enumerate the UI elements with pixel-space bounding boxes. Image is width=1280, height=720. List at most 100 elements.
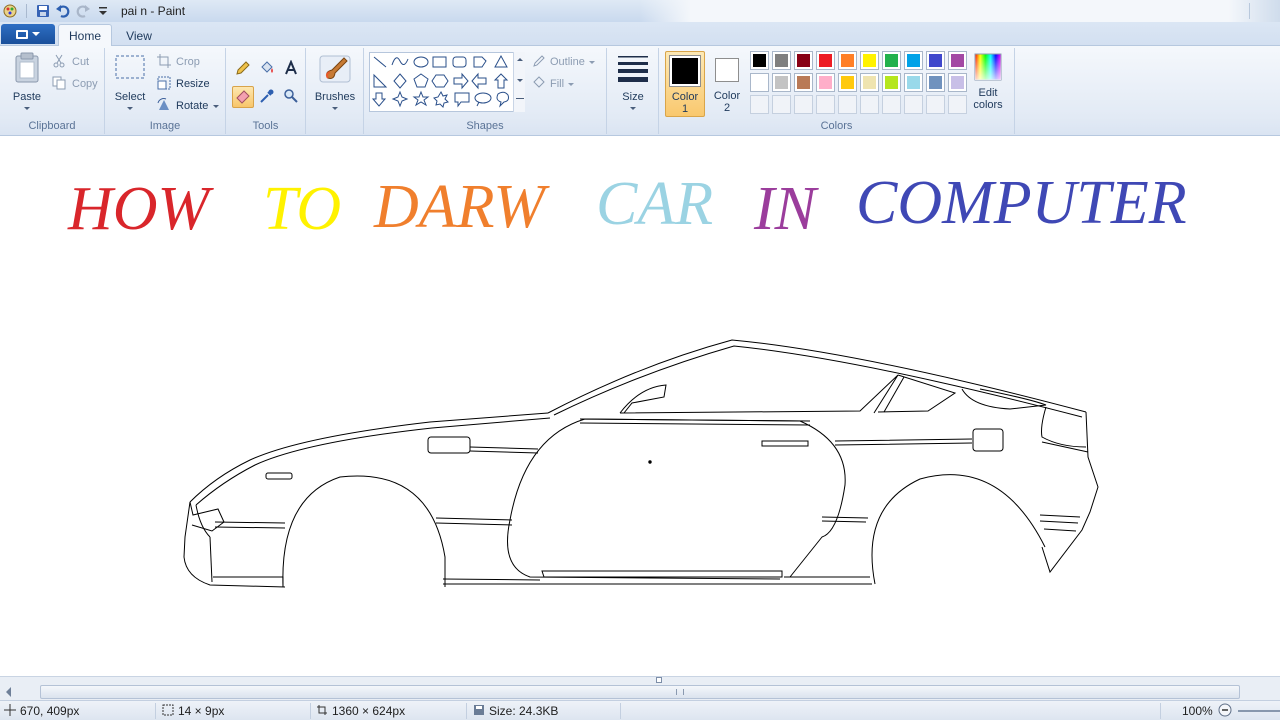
paint-app-icon[interactable] <box>2 3 18 19</box>
chevron-down-icon <box>588 60 595 64</box>
color-swatch[interactable] <box>838 73 857 92</box>
clipboard-icon <box>12 52 42 87</box>
color-swatch[interactable] <box>772 95 791 114</box>
clipboard-group-label: Clipboard <box>28 120 76 132</box>
color-swatch[interactable] <box>838 95 857 114</box>
color-swatch[interactable] <box>816 95 835 114</box>
color-swatch[interactable] <box>860 51 879 70</box>
edit-colors-button[interactable]: Edit colors <box>967 53 1009 115</box>
undo-icon[interactable] <box>55 3 71 19</box>
color-swatch[interactable] <box>948 73 967 92</box>
color-swatch[interactable] <box>860 95 879 114</box>
outline-button[interactable]: Outline <box>532 54 595 70</box>
select-rectangle-icon <box>114 54 146 85</box>
color-swatch-fill <box>951 98 964 111</box>
chevron-down-icon <box>332 107 338 110</box>
cursor-position: 670, 409px <box>4 701 79 720</box>
canvas-size-icon <box>316 704 328 719</box>
rotate-button[interactable]: Rotate <box>157 97 220 114</box>
tab-home[interactable]: Home <box>58 24 112 47</box>
color-swatch[interactable] <box>926 73 945 92</box>
fill-button[interactable]: Fill <box>532 75 575 92</box>
color-swatch[interactable] <box>772 73 791 92</box>
text-tool[interactable] <box>280 58 302 80</box>
color1-button[interactable]: Color 1 <box>665 51 705 117</box>
color1-swatch <box>669 55 701 87</box>
zoom-out-button[interactable] <box>1218 701 1232 720</box>
save-icon[interactable] <box>35 3 51 19</box>
color-swatch[interactable] <box>816 73 835 92</box>
color-swatch[interactable] <box>926 51 945 70</box>
eraser-tool[interactable] <box>232 86 254 108</box>
size-label: Size <box>622 91 644 103</box>
magnifier-tool[interactable] <box>280 86 302 108</box>
drawing-canvas[interactable]: HOW TO DARW CAR IN COMPUTER <box>0 137 1280 676</box>
customize-toolbar-icon[interactable] <box>95 3 111 19</box>
fill-tool[interactable] <box>256 58 278 80</box>
chevron-down-icon <box>213 104 220 108</box>
color-swatch[interactable] <box>948 95 967 114</box>
color-swatch-fill <box>929 76 942 89</box>
paint-menu-button[interactable] <box>1 24 55 44</box>
color1-label: Color <box>671 91 699 103</box>
color-swatch[interactable] <box>794 51 813 70</box>
color-swatch[interactable] <box>882 95 901 114</box>
color2-label: Color <box>713 90 741 102</box>
color-swatch[interactable] <box>816 51 835 70</box>
color2-button[interactable]: Color 2 <box>709 51 745 117</box>
color-swatch[interactable] <box>838 51 857 70</box>
select-button[interactable]: Select <box>111 54 149 116</box>
paste-button[interactable]: Paste <box>6 52 48 116</box>
zoom-out-icon <box>1218 703 1232 720</box>
copy-button[interactable]: Copy <box>52 76 98 92</box>
color-swatch-fill <box>775 98 788 111</box>
brushes-group: Brushes <box>306 48 364 134</box>
color-swatch[interactable] <box>750 95 769 114</box>
disk-icon <box>473 704 485 719</box>
color-swatch[interactable] <box>750 73 769 92</box>
shapes-scroll[interactable] <box>513 52 525 112</box>
color2-swatch <box>715 58 739 82</box>
chevron-down-icon <box>517 79 523 82</box>
status-divider <box>155 703 156 719</box>
size-button[interactable]: Size <box>613 54 653 116</box>
headline-text: HOW TO DARW CAR IN COMPUTER <box>67 169 1187 243</box>
magnifier-icon <box>283 88 299 107</box>
pencil-tool[interactable] <box>232 58 254 80</box>
brushes-button[interactable]: Brushes <box>312 52 358 118</box>
cut-button[interactable]: Cut <box>52 54 89 70</box>
color-swatch[interactable] <box>948 51 967 70</box>
chevron-down-icon <box>630 107 636 110</box>
canvas-resize-handle[interactable] <box>656 677 662 683</box>
horizontal-scrollbar[interactable] <box>0 676 1280 700</box>
color-swatch[interactable] <box>904 73 923 92</box>
canvas-size: 1360 × 624px <box>316 701 405 720</box>
color-swatch[interactable] <box>882 73 901 92</box>
color-picker-tool[interactable] <box>256 86 278 108</box>
ribbon-tab-row: Home View <box>0 22 1280 47</box>
eraser-icon <box>235 88 251 107</box>
color-swatch[interactable] <box>882 51 901 70</box>
color-swatch[interactable] <box>904 51 923 70</box>
shapes-group-label: Shapes <box>466 120 504 132</box>
zoom-slider[interactable] <box>1238 710 1280 712</box>
scroll-left-arrow-icon[interactable] <box>6 687 11 697</box>
resize-button[interactable]: Resize <box>157 76 210 92</box>
color-swatch[interactable] <box>794 95 813 114</box>
menu-icon <box>16 29 28 39</box>
chevron-down-icon <box>568 82 575 86</box>
crop-button[interactable]: Crop <box>157 53 200 70</box>
color-swatch-fill <box>797 98 810 111</box>
color-swatch[interactable] <box>772 51 791 70</box>
color-swatch[interactable] <box>750 51 769 70</box>
tab-view[interactable]: View <box>116 24 162 47</box>
redo-icon[interactable] <box>75 3 91 19</box>
color-swatch[interactable] <box>926 95 945 114</box>
color-swatch[interactable] <box>794 73 813 92</box>
color-swatch[interactable] <box>904 95 923 114</box>
scrollbar-thumb[interactable] <box>40 685 1240 699</box>
headline-word-2: TO <box>263 175 341 243</box>
zoom-level-text: 100% <box>1182 704 1213 718</box>
cut-label: Cut <box>72 56 90 68</box>
color-swatch[interactable] <box>860 73 879 92</box>
